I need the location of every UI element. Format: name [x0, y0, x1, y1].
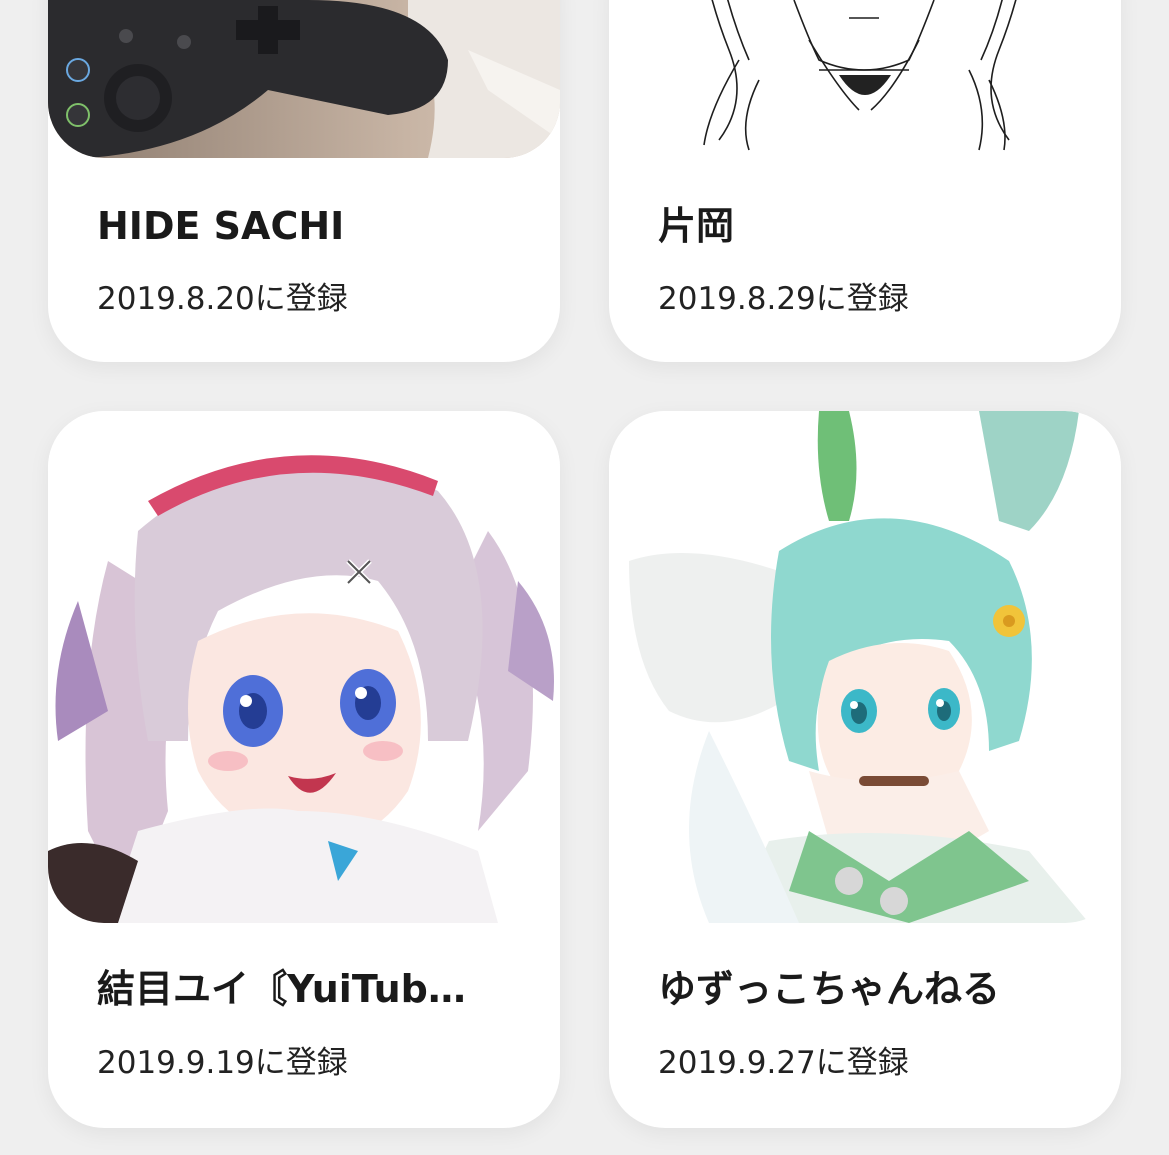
- channel-card-yui[interactable]: 結目ユイ〘YuiTub… 2019.9.19に登録: [48, 411, 560, 1128]
- registration-date: 2019.8.20に登録: [97, 281, 348, 317]
- gamepad-photo-image: [48, 0, 560, 158]
- channel-card-kataoka[interactable]: 片岡 2019.8.29に登録: [609, 0, 1121, 362]
- channel-card-hide-sachi[interactable]: HIDE SACHI 2019.8.20に登録: [48, 0, 560, 362]
- channel-thumbnail[interactable]: [48, 411, 560, 923]
- line-sketch-image: [609, 0, 1121, 158]
- channel-thumbnail[interactable]: [609, 0, 1121, 158]
- anime-girl-pink-hair-image: [48, 411, 560, 923]
- registration-date: 2019.8.29に登録: [658, 281, 909, 317]
- channel-name: 片岡: [658, 204, 735, 248]
- channel-card-yuzukko[interactable]: ゆずっこちゃんねる 2019.9.27に登録: [609, 411, 1121, 1128]
- channel-name: 結目ユイ〘YuiTub…: [97, 967, 466, 1011]
- channel-thumbnail[interactable]: [609, 411, 1121, 923]
- channel-name: HIDE SACHI: [97, 204, 345, 248]
- channel-thumbnail[interactable]: [48, 0, 560, 158]
- registration-date: 2019.9.19に登録: [97, 1045, 348, 1081]
- channel-name: ゆずっこちゃんねる: [658, 967, 1001, 1011]
- anime-girl-mint-hair-image: [609, 411, 1121, 923]
- registration-date: 2019.9.27に登録: [658, 1045, 909, 1081]
